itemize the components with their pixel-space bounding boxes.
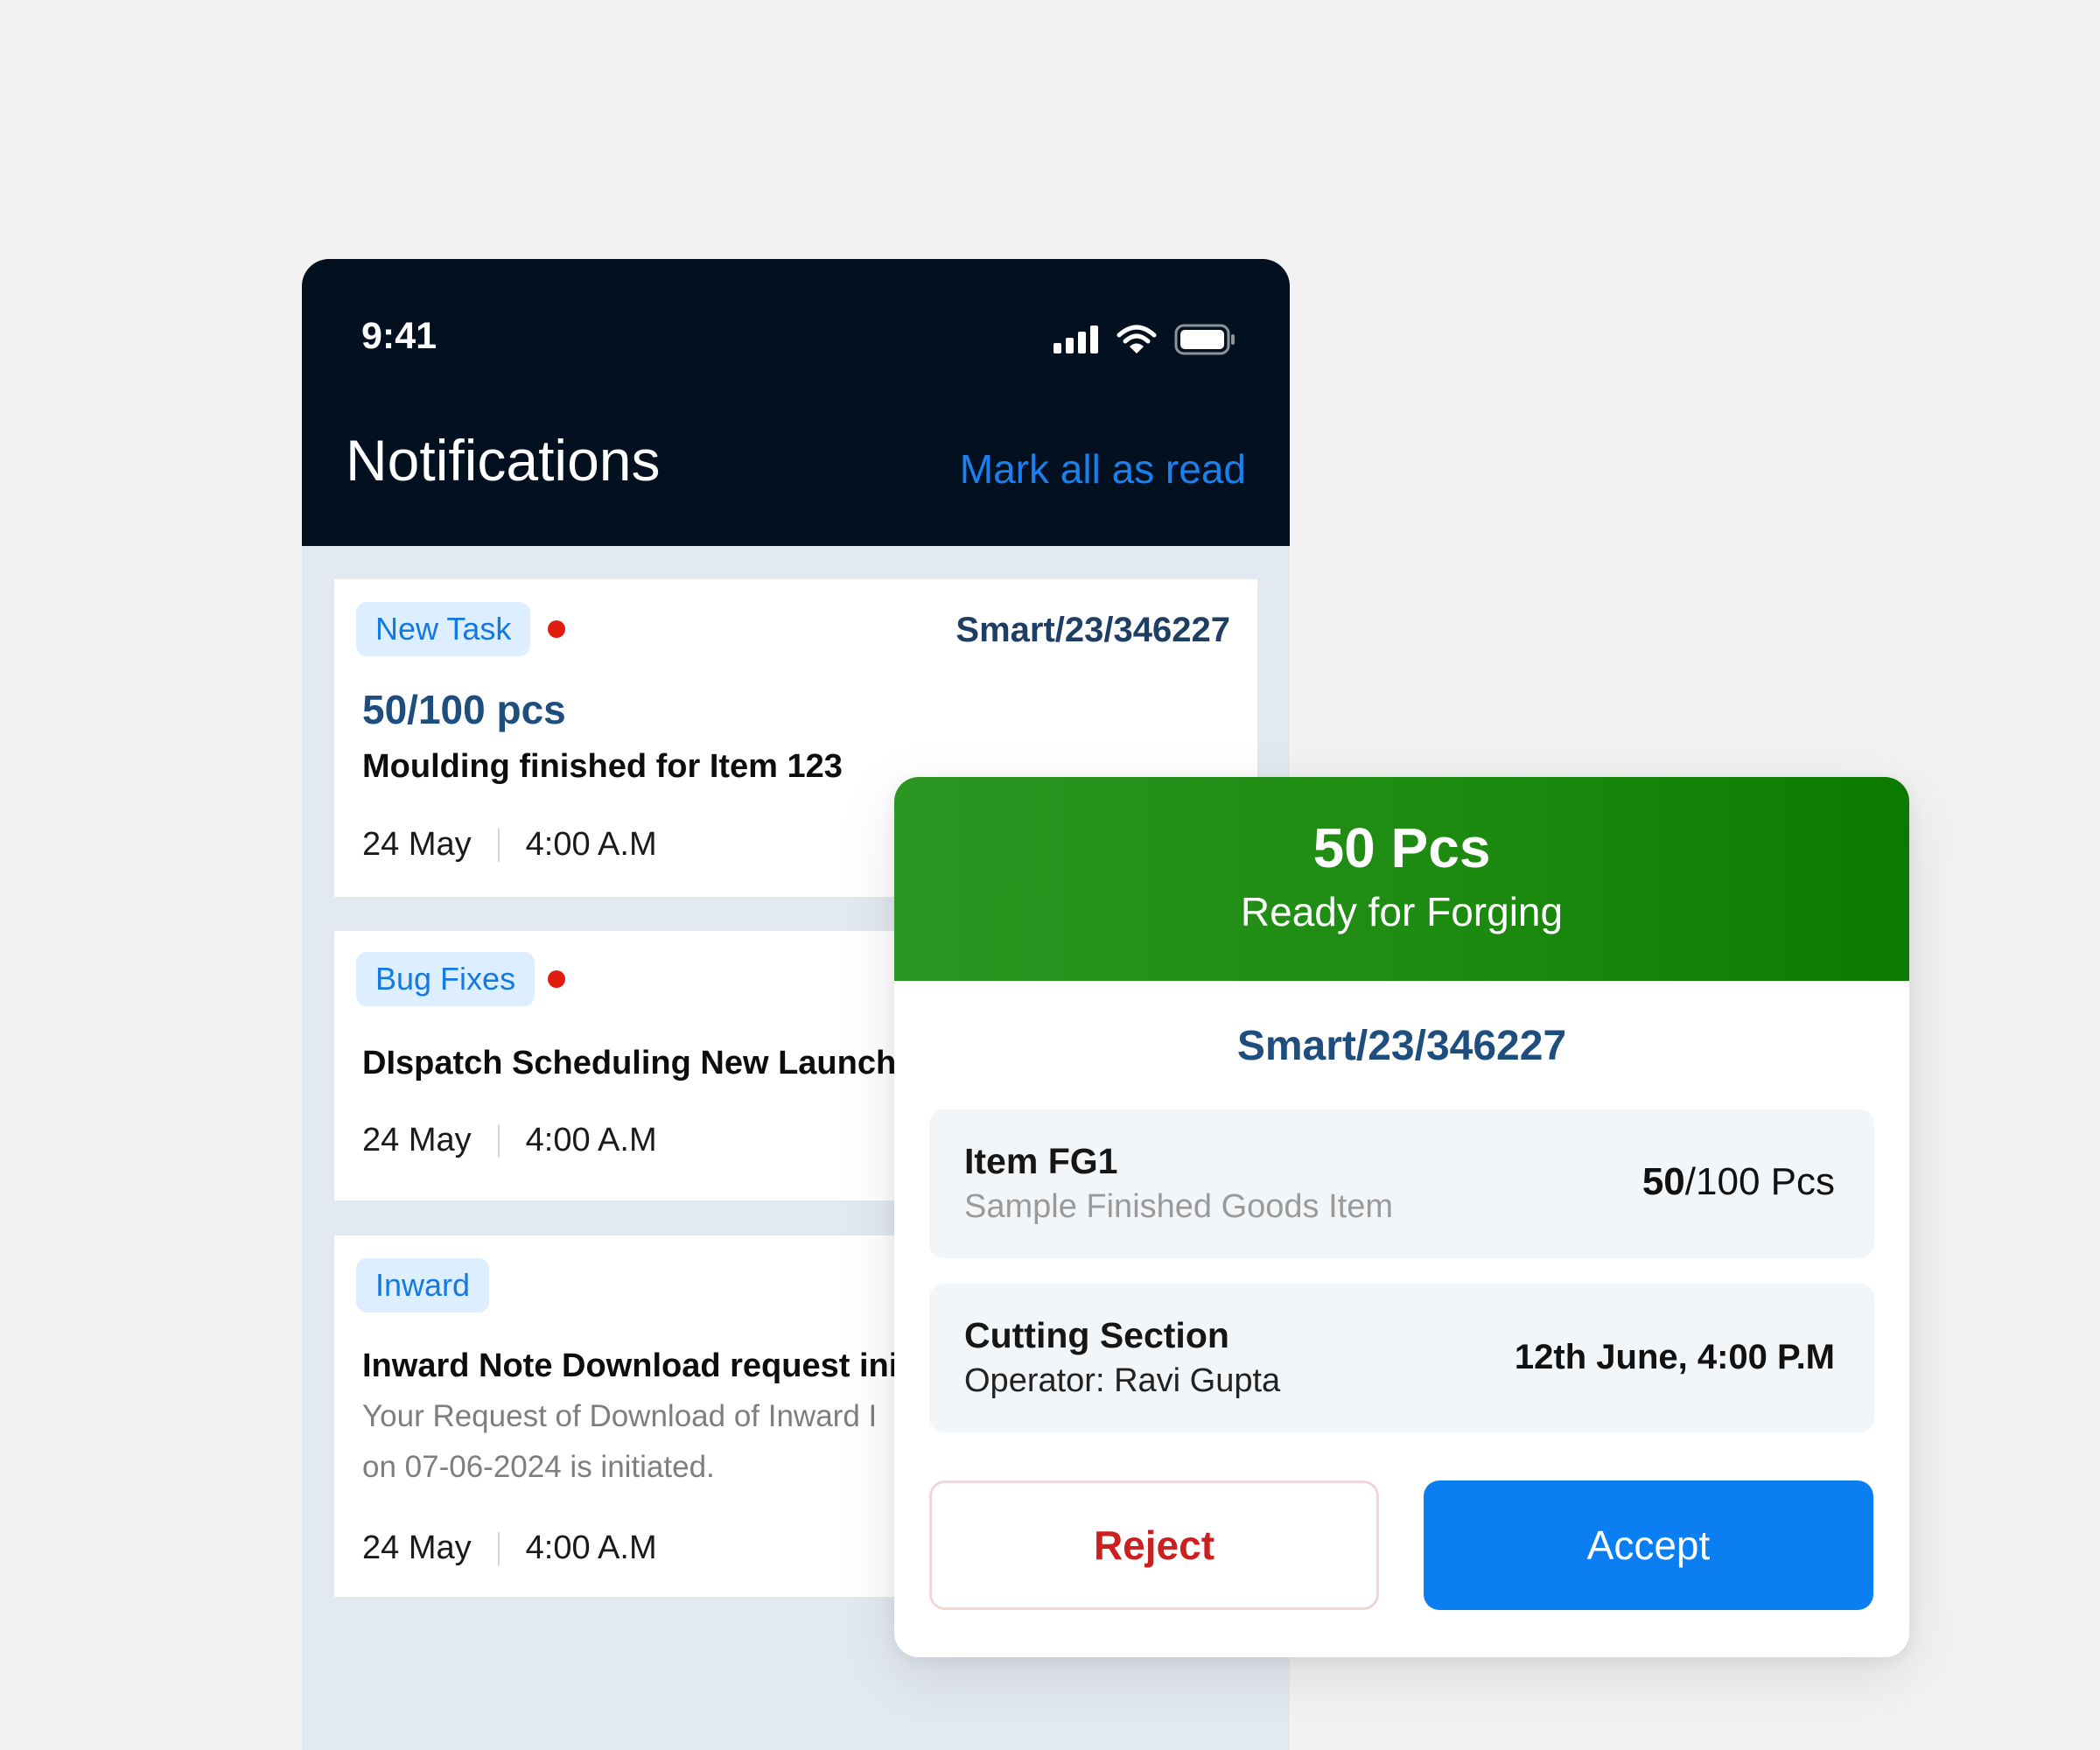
reject-button[interactable]: Reject bbox=[929, 1480, 1379, 1610]
notification-desc-line: on 07-06-2024 is initiated. bbox=[362, 1450, 715, 1484]
notification-tag: New Task bbox=[356, 602, 531, 656]
notification-date: 24 May bbox=[362, 826, 472, 863]
meta-divider bbox=[497, 1531, 500, 1565]
notification-desc-line: Your Request of Download of Inward I bbox=[362, 1399, 878, 1433]
section-datetime: 12th June, 4:00 P.M bbox=[1514, 1338, 1835, 1376]
item-description: Sample Finished Goods Item bbox=[964, 1188, 1394, 1225]
banner-status: Ready for Forging bbox=[1240, 889, 1564, 934]
mark-all-read-link[interactable]: Mark all as read bbox=[960, 445, 1246, 493]
notification-tag: Inward bbox=[356, 1258, 490, 1312]
section-info-box: Cutting Section Operator: Ravi Gupta 12t… bbox=[929, 1284, 1874, 1432]
status-banner: 50 Pcs Ready for Forging bbox=[894, 777, 1909, 981]
unread-dot-icon bbox=[548, 620, 565, 638]
notification-ref: Smart/23/346227 bbox=[956, 611, 1230, 649]
item-info-box: Item FG1 Sample Finished Goods Item 50/1… bbox=[929, 1110, 1874, 1258]
notification-meta: 24 May 4:00 A.M bbox=[362, 1530, 657, 1567]
banner-quantity: 50 Pcs bbox=[1312, 816, 1491, 879]
task-detail-card: 50 Pcs Ready for Forging Smart/23/346227… bbox=[894, 777, 1909, 1657]
meta-divider bbox=[497, 1124, 500, 1158]
notification-meta: 24 May 4:00 A.M bbox=[362, 1122, 657, 1159]
status-icons bbox=[1054, 324, 1236, 355]
item-name: Item FG1 bbox=[964, 1141, 1118, 1181]
notification-tag: Bug Fixes bbox=[356, 952, 536, 1006]
item-quantity: 50/100 Pcs bbox=[1642, 1160, 1835, 1204]
unread-dot-icon bbox=[548, 970, 565, 988]
notification-meta: 24 May 4:00 A.M bbox=[362, 826, 657, 864]
section-name: Cutting Section bbox=[964, 1315, 1229, 1355]
signal-icon bbox=[1054, 326, 1099, 354]
meta-divider bbox=[497, 828, 500, 862]
status-time: 9:41 bbox=[361, 315, 438, 357]
battery-icon bbox=[1174, 324, 1236, 355]
notification-time: 4:00 A.M bbox=[525, 826, 657, 863]
item-quantity-total: /100 Pcs bbox=[1684, 1160, 1835, 1203]
notification-title: Inward Note Download request ini bbox=[362, 1348, 899, 1384]
notification-time: 4:00 A.M bbox=[525, 1530, 657, 1566]
notification-date: 24 May bbox=[362, 1530, 472, 1566]
notification-time: 4:00 A.M bbox=[525, 1122, 657, 1158]
notification-title: DIspatch Scheduling New Launch bbox=[362, 1045, 897, 1082]
wifi-icon bbox=[1116, 325, 1157, 354]
accept-button[interactable]: Accept bbox=[1424, 1480, 1873, 1610]
notification-qty: 50/100 pcs bbox=[362, 687, 566, 732]
operator-name: Operator: Ravi Gupta bbox=[964, 1362, 1281, 1399]
notification-title: Moulding finished for Item 123 bbox=[362, 748, 843, 785]
order-ref: Smart/23/346227 bbox=[1236, 1023, 1567, 1069]
page-title: Notifications bbox=[346, 428, 661, 493]
notification-date: 24 May bbox=[362, 1122, 472, 1158]
app-header: 9:41 Notifications Mark all as read bbox=[302, 259, 1290, 546]
item-quantity-done: 50 bbox=[1642, 1160, 1685, 1203]
